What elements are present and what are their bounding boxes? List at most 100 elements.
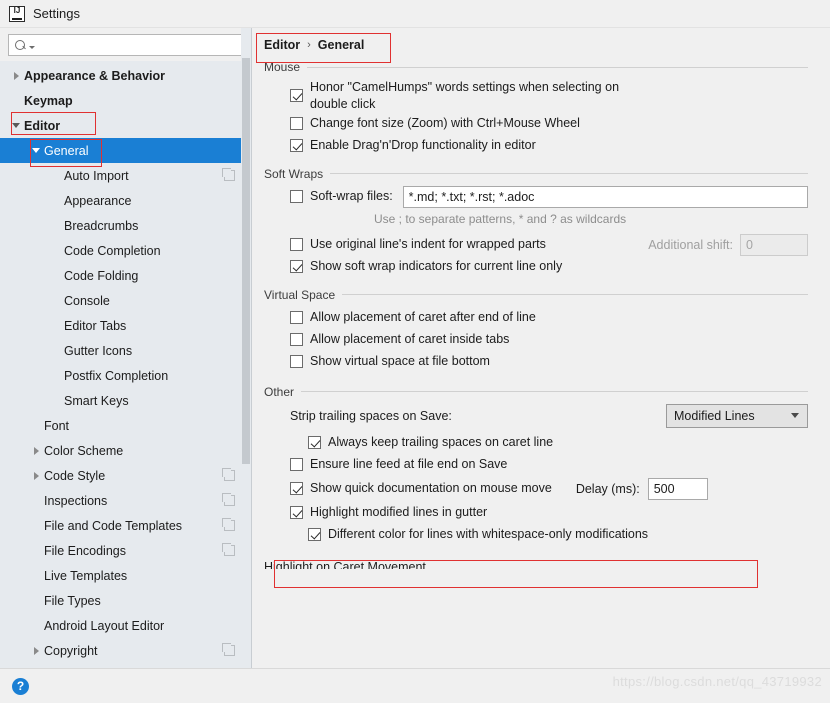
checkbox[interactable]	[290, 260, 303, 274]
sidebar-item-code-folding[interactable]: Code Folding	[0, 263, 251, 288]
sidebar-item-postfix-completion[interactable]: Postfix Completion	[0, 363, 251, 388]
checkbox-label[interactable]: Enable Drag'n'Drop functionality in edit…	[310, 137, 536, 154]
help-icon[interactable]: ?	[12, 677, 29, 695]
search-input[interactable]	[35, 36, 242, 54]
sidebar-item-auto-import[interactable]: Auto Import	[0, 163, 251, 188]
sidebar-item-copyright[interactable]: Copyright	[0, 638, 251, 663]
sidebar-item-editor[interactable]: Editor	[0, 113, 251, 138]
settings-group: Virtual Space Allow placement of caret af…	[264, 288, 808, 373]
checkbox-label[interactable]: Show quick documentation on mouse move	[310, 480, 552, 497]
checkbox[interactable]	[290, 355, 303, 369]
copy-settings-icon[interactable]	[222, 518, 235, 531]
chevron-right-icon[interactable]	[28, 638, 44, 663]
chevron-down-icon[interactable]	[8, 113, 24, 138]
chevron-right-icon[interactable]	[28, 463, 44, 488]
checkbox-label[interactable]: Use original line's indent for wrapped p…	[310, 236, 546, 253]
sidebar-item-inspections[interactable]: Inspections	[0, 488, 251, 513]
checkbox[interactable]	[308, 436, 321, 450]
group-divider	[301, 391, 808, 393]
checkbox-label[interactable]: Honor "CamelHumps" words settings when s…	[310, 79, 640, 113]
sidebar-item-breadcrumbs[interactable]: Breadcrumbs	[0, 213, 251, 238]
sidebar-item-font[interactable]: Font	[0, 413, 251, 438]
checkbox[interactable]	[308, 528, 321, 542]
copy-settings-icon[interactable]	[222, 493, 235, 506]
sidebar-item-code-style[interactable]: Code Style	[0, 463, 251, 488]
sidebar-item-general[interactable]: General	[0, 138, 251, 163]
checkbox-label[interactable]: Allow placement of caret inside tabs	[310, 331, 509, 348]
copy-settings-icon[interactable]	[222, 168, 235, 181]
search-box[interactable]	[8, 34, 243, 56]
settings-row: Soft-wrap files:	[264, 185, 808, 208]
breadcrumb-current: General	[317, 38, 365, 52]
sidebar-item-label: Copyright	[44, 643, 98, 658]
search-icon	[15, 39, 28, 52]
checkbox[interactable]	[290, 190, 303, 204]
sidebar-item-gutter-icons[interactable]: Gutter Icons	[0, 338, 251, 363]
checkbox[interactable]	[290, 117, 303, 131]
settings-tree[interactable]: Appearance & Behavior Keymap Editor General…	[0, 61, 251, 668]
group-title-label: Soft Wraps	[264, 166, 324, 181]
checkbox[interactable]	[290, 458, 303, 472]
soft-wrap-files-input[interactable]	[402, 185, 808, 208]
sidebar-item-label: Editor Tabs	[64, 318, 127, 333]
sidebar-item-smart-keys[interactable]: Smart Keys	[0, 388, 251, 413]
dialog-body: Appearance & Behavior Keymap Editor General…	[0, 28, 830, 668]
sidebar-item-file-encodings[interactable]: File Encodings	[0, 538, 251, 563]
checkbox[interactable]	[290, 89, 303, 103]
checkbox[interactable]	[290, 238, 303, 252]
copy-settings-icon[interactable]	[222, 643, 235, 656]
sidebar-item-label: File and Code Templates	[44, 518, 183, 533]
chevron-right-icon[interactable]	[8, 63, 24, 88]
sidebar-item-keymap[interactable]: Keymap	[0, 88, 251, 113]
strip-trailing-spaces-select[interactable]: Modified Lines	[666, 403, 808, 428]
sidebar-item-file-types[interactable]: File Types	[0, 588, 251, 613]
checkbox[interactable]	[290, 311, 303, 325]
sidebar-scrollbar-track[interactable]	[241, 28, 251, 668]
sidebar-item-appearance-behavior[interactable]: Appearance & Behavior	[0, 63, 251, 88]
checkbox[interactable]	[290, 482, 303, 496]
copy-settings-icon[interactable]	[222, 468, 235, 481]
sidebar-item-label: Editor	[24, 118, 61, 133]
settings-row: Always keep trailing spaces on caret lin…	[264, 432, 808, 454]
sidebar-item-editor-tabs[interactable]: Editor Tabs	[0, 313, 251, 338]
sidebar-item-color-scheme[interactable]: Color Scheme	[0, 438, 251, 463]
checkbox[interactable]	[290, 139, 303, 153]
checkbox-label[interactable]: Show virtual space at file bottom	[310, 353, 490, 370]
checkbox-label[interactable]: Change font size (Zoom) with Ctrl+Mouse …	[310, 115, 580, 132]
settings-row: Use original line's indent for wrapped p…	[264, 233, 808, 256]
checkbox[interactable]	[290, 506, 303, 520]
sidebar-item-live-templates[interactable]: Live Templates	[0, 563, 251, 588]
settings-row: Show soft wrap indicators for current li…	[264, 256, 808, 278]
checkbox-label[interactable]: Soft-wrap files:	[310, 188, 393, 205]
sidebar-item-android-layout-editor[interactable]: Android Layout Editor	[0, 613, 251, 638]
sidebar-item-appearance[interactable]: Appearance	[0, 188, 251, 213]
group-title: Mouse	[264, 60, 808, 74]
settings-row: Ensure line feed at file end on Save	[264, 454, 808, 476]
copy-settings-icon[interactable]	[222, 543, 235, 556]
checkbox-label[interactable]: Allow placement of caret after end of li…	[310, 309, 536, 326]
checkbox-label[interactable]: Different color for lines with whitespac…	[328, 526, 648, 543]
checkbox-label[interactable]: Ensure line feed at file end on Save	[310, 456, 507, 473]
checkbox-label[interactable]: Highlight modified lines in gutter	[310, 504, 487, 521]
sidebar-item-file-and-code-templates[interactable]: File and Code Templates	[0, 513, 251, 538]
group-title: Virtual Space	[264, 288, 808, 302]
sidebar-item-console[interactable]: Console	[0, 288, 251, 313]
checkbox-label[interactable]: Always keep trailing spaces on caret lin…	[328, 434, 553, 451]
checkbox-label[interactable]: Show soft wrap indicators for current li…	[310, 258, 562, 275]
sidebar-scrollbar-thumb[interactable]	[242, 58, 250, 464]
delay-label: Delay (ms):	[575, 481, 640, 496]
chevron-down-icon[interactable]	[28, 138, 44, 163]
checkbox[interactable]	[290, 333, 303, 347]
chevron-right-icon[interactable]	[28, 438, 44, 463]
sidebar-item-label: General	[44, 143, 89, 158]
delay-input[interactable]	[647, 477, 708, 500]
breadcrumb-parent[interactable]: Editor	[264, 38, 300, 52]
sidebar-item-code-completion[interactable]: Code Completion	[0, 238, 251, 263]
